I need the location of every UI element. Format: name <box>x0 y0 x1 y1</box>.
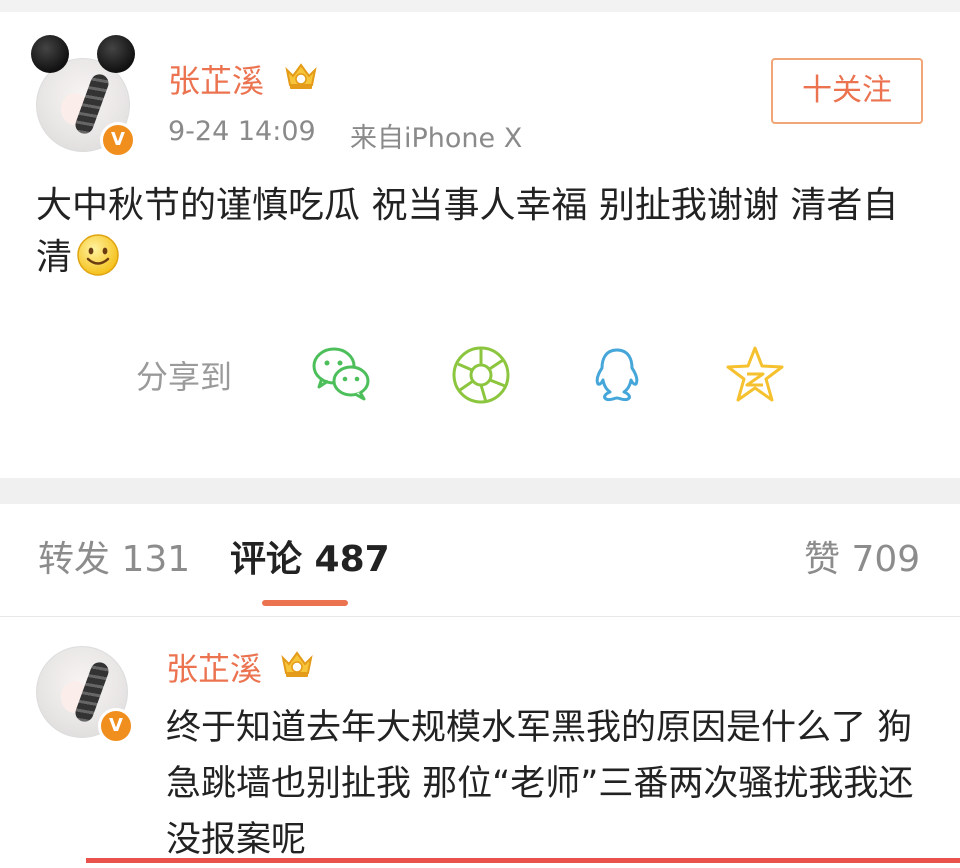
tab-comments[interactable]: 评论 487 <box>230 530 390 582</box>
bottom-red-line <box>86 858 960 863</box>
moments-icon[interactable] <box>448 342 514 408</box>
smile-emoji-icon <box>77 234 119 276</box>
follow-button[interactable]: 十关注 <box>771 58 923 124</box>
qq-icon[interactable] <box>584 342 650 408</box>
comment-author-name[interactable]: 张芷溪 <box>166 644 262 690</box>
post-time: 9-24 14:09 <box>168 116 316 147</box>
tab-likes[interactable]: 赞 709 <box>804 530 920 582</box>
avatar-ear-left <box>31 35 69 73</box>
vip-crown-icon <box>281 651 313 677</box>
comment-text: 终于知道去年大规模水军黑我的原因是什么了 狗急跳墙也别扯我 那位“老师”三番两次… <box>166 708 914 860</box>
top-divider <box>0 0 960 12</box>
tab-repost[interactable]: 转发 131 <box>38 530 190 582</box>
post-author-name[interactable]: 张芷溪 <box>168 56 264 102</box>
section-divider <box>0 478 960 504</box>
share-label: 分享到 <box>136 358 233 396</box>
vip-crown-icon <box>285 63 317 89</box>
active-tab-indicator <box>262 600 348 606</box>
post-source[interactable]: 来自iPhone X <box>350 116 522 155</box>
verified-badge-icon: V <box>100 122 136 158</box>
wechat-icon[interactable] <box>308 340 374 406</box>
avatar-ear-right <box>97 35 135 73</box>
post-content: 大中秋节的谨慎吃瓜 祝当事人幸福 别扯我谢谢 清者自清 <box>36 180 926 284</box>
qzone-icon[interactable] <box>722 342 788 408</box>
post-text: 大中秋节的谨慎吃瓜 祝当事人幸福 别扯我谢谢 清者自清 <box>36 185 899 278</box>
verified-badge-icon: V <box>98 708 134 744</box>
